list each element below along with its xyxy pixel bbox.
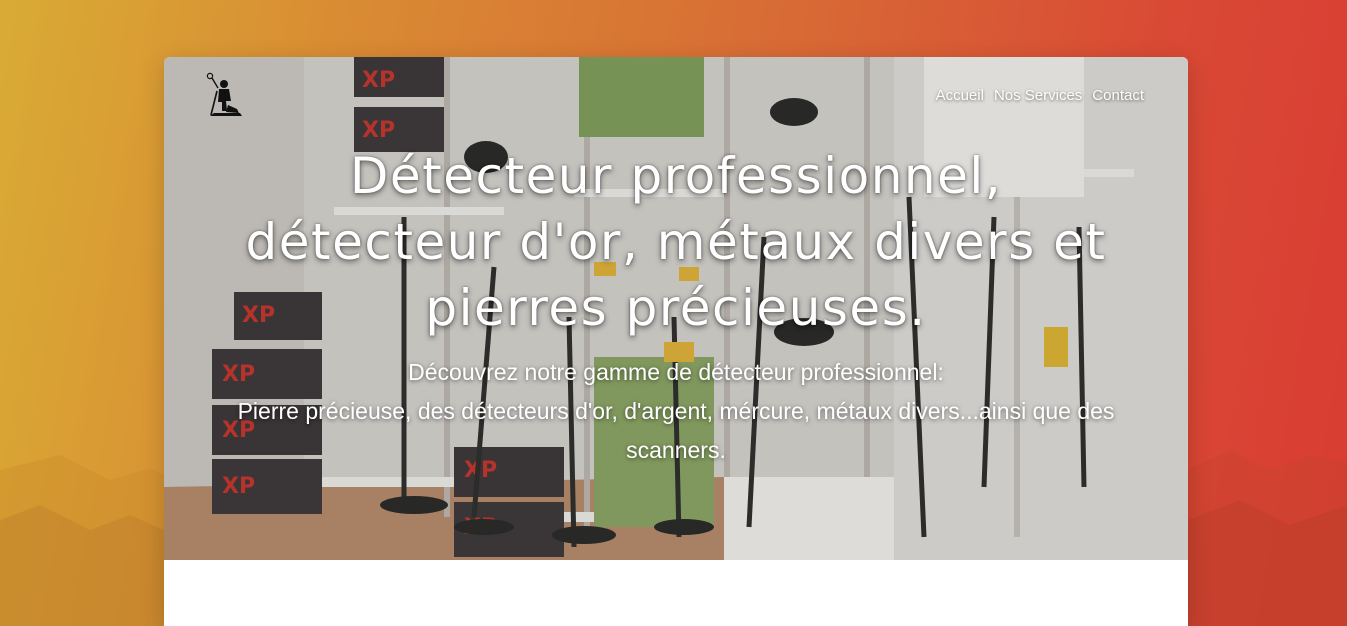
- hero-subtitle: Découvrez notre gamme de détecteur profe…: [204, 353, 1148, 470]
- hero-subtitle-line-1: Découvrez notre gamme de détecteur profe…: [408, 359, 944, 385]
- hero-subtitle-line-2: Pierre précieuse, des détecteurs d'or, d…: [237, 398, 1115, 463]
- site-logo[interactable]: [204, 71, 244, 117]
- main-nav: Accueil Nos Services Contact: [936, 87, 1144, 104]
- nav-item-contact[interactable]: Contact: [1092, 87, 1144, 104]
- hero-title: Détecteur professionnel, détecteur d'or,…: [245, 147, 1107, 337]
- prospector-silhouette-icon: [206, 72, 242, 116]
- nav-item-accueil[interactable]: Accueil: [936, 87, 984, 104]
- hero-section: XP XP XP XP XP XP XP XP: [164, 57, 1188, 560]
- nav-item-nos-services[interactable]: Nos Services: [994, 87, 1082, 104]
- main-card: XP XP XP XP XP XP XP XP: [164, 57, 1188, 626]
